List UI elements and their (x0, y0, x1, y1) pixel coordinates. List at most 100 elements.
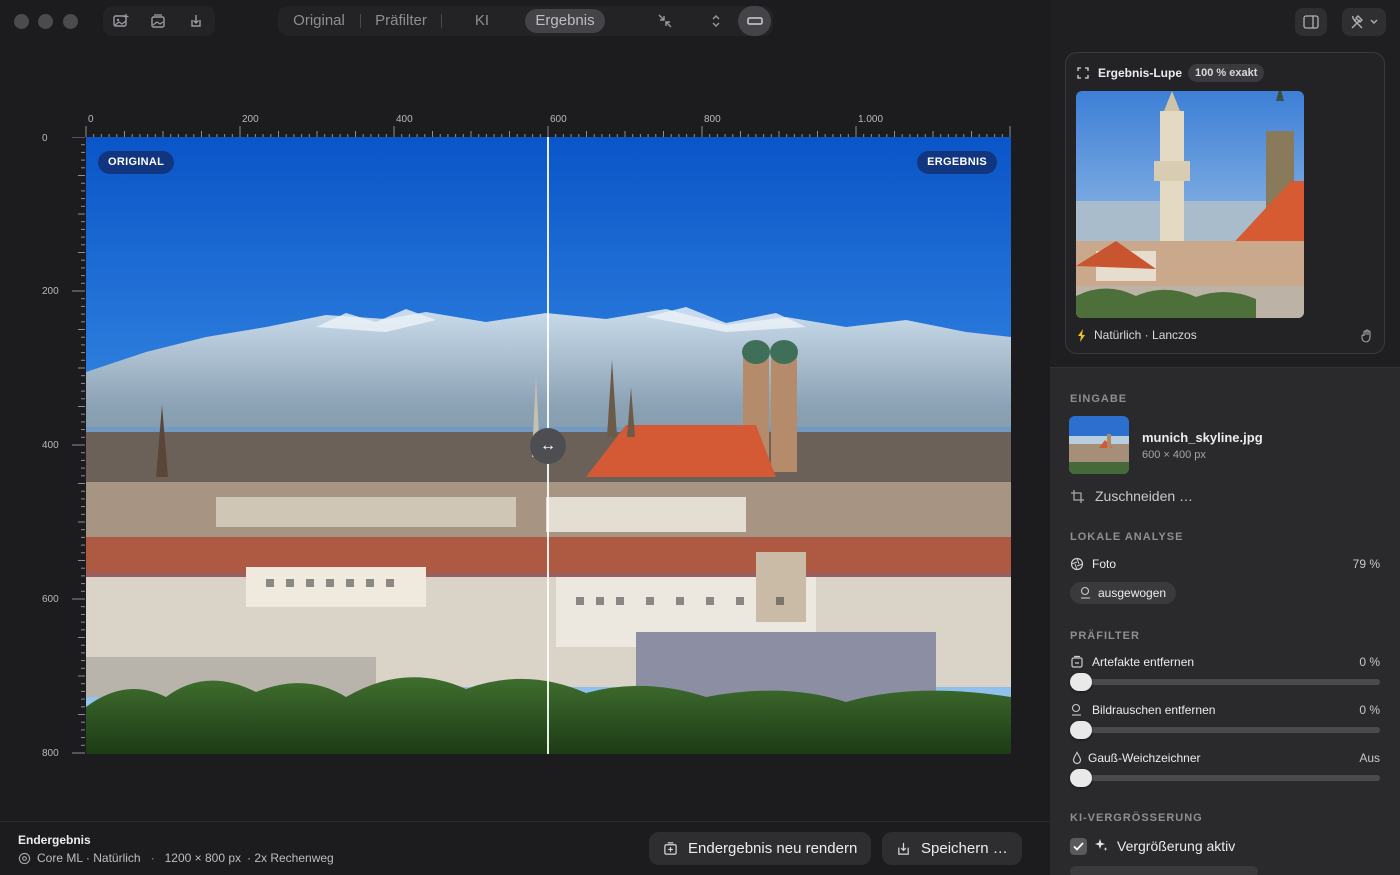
noise-icon (1071, 703, 1081, 716)
noise-removal-value: 0 % (1359, 703, 1380, 717)
ruler-x-label: 800 (704, 114, 721, 125)
tools-menu-button[interactable] (1342, 8, 1386, 36)
arrows-horizontal-icon: ↔ (540, 437, 556, 454)
segment-divider (441, 14, 442, 28)
crop-label: Zuschneiden … (1095, 488, 1194, 504)
status-title: Endergebnis (18, 833, 91, 847)
zoom-stepper-icon[interactable] (701, 6, 731, 36)
gaussian-blur-label: Gauß-Weichzeichner (1088, 751, 1201, 765)
ruler-y-label: 600 (42, 594, 59, 605)
input-thumbnail[interactable] (1069, 416, 1129, 474)
analysis-type-label: Foto (1092, 557, 1117, 571)
tab-ergebnis[interactable]: Ergebnis (525, 9, 605, 33)
tab-prefilter[interactable]: Präfilter (366, 9, 436, 33)
ruler-x-label: 400 (396, 114, 413, 125)
minimize-window-button[interactable] (38, 14, 53, 29)
status-mode: · 2x Rechenweg (247, 851, 334, 865)
input-thumbnail-image (1069, 416, 1129, 474)
ruler-y-label: 400 (42, 440, 59, 451)
upscale-model-selector[interactable] (1070, 866, 1258, 875)
inspector-panel: Ergebnis-Lupe 100 % exakt Natürlich · La… (1050, 0, 1400, 875)
tab-original[interactable]: Original (286, 9, 352, 33)
gaussian-blur-slider-knob[interactable] (1070, 769, 1092, 787)
app-window: Original Präfilter KI Ergebnis 0 200 400… (0, 0, 1400, 875)
rerender-label: Endergebnis neu rendern (688, 840, 858, 857)
aperture-icon (1070, 557, 1084, 571)
result-loupe-card: Ergebnis-Lupe 100 % exakt Natürlich · La… (1065, 52, 1385, 354)
crop-icon (1071, 489, 1084, 503)
ruler-y-label: 0 (42, 133, 48, 144)
upscale-enabled-label: Vergrößerung aktiv (1117, 838, 1236, 854)
fit-to-window-icon[interactable] (650, 6, 680, 36)
ruler-x-label: 600 (550, 114, 567, 125)
result-side-badge: ERGEBNIS (917, 151, 997, 174)
status-info: Core ML · Natürlich · 1200 × 800 px · 2x… (18, 851, 334, 865)
status-bar: Endergebnis Core ML · Natürlich · 1200 ×… (0, 821, 1050, 875)
image-library-icon[interactable] (143, 6, 173, 36)
artifact-removal-slider-knob[interactable] (1070, 673, 1092, 691)
open-image-icon[interactable] (106, 6, 136, 36)
zoom-window-button[interactable] (63, 14, 78, 29)
sparkles-icon (1095, 839, 1108, 851)
checkmark-icon (1073, 842, 1084, 851)
ruler-y-label: 800 (42, 748, 59, 759)
gaussian-blur-value: Aus (1359, 751, 1380, 765)
artifact-removal-label: Artefakte entfernen (1092, 655, 1195, 669)
rerender-button[interactable]: Endergebnis neu rendern (649, 832, 872, 865)
gaussian-blur-slider-track[interactable] (1072, 775, 1380, 781)
crop-button[interactable]: Zuschneiden … (1070, 488, 1193, 504)
main-area: Original Präfilter KI Ergebnis 0 200 400… (0, 0, 1050, 875)
analysis-type-value: 79 % (1352, 557, 1380, 571)
input-dimensions: 600 × 400 px (1142, 449, 1206, 461)
noise-removal-label: Bildrauschen entfernen (1092, 703, 1216, 717)
ruler-x-label: 200 (242, 114, 259, 125)
artifact-removal-slider-track[interactable] (1072, 679, 1380, 685)
prefilter-section-heading: PRÄFILTER (1070, 630, 1140, 642)
split-drag-handle[interactable]: ↔ (530, 428, 566, 464)
tools-icon (1351, 15, 1378, 29)
reset-hand-icon[interactable] (1360, 329, 1374, 343)
loupe-title: Ergebnis-Lupe (1098, 66, 1183, 80)
input-section-heading: EINGABE (1070, 393, 1128, 405)
close-window-button[interactable] (14, 14, 29, 29)
save-icon (898, 842, 909, 855)
sidebar-icon (1303, 15, 1319, 29)
loupe-zoomed-skyline (1076, 91, 1304, 318)
vertical-ruler: 0 200 400 600 800 (38, 133, 86, 759)
tab-ki[interactable]: KI (463, 9, 501, 33)
split-view-toggle-icon[interactable] (738, 6, 771, 36)
original-side-badge: ORIGINAL (98, 151, 175, 174)
save-button[interactable]: Speichern … (882, 832, 1022, 865)
analysis-balance-label: ausgewogen (1098, 586, 1167, 600)
cpu-icon (18, 852, 31, 864)
status-separator: · (150, 851, 155, 865)
analysis-balance-chip[interactable]: ausgewogen (1070, 582, 1177, 604)
status-engine: Core ML · Natürlich (37, 851, 141, 865)
ruler-y-label: 200 (42, 286, 59, 297)
ruler-x-label: 1.000 (858, 114, 884, 125)
artifact-icon (1071, 655, 1083, 668)
lightning-icon (1078, 329, 1085, 342)
input-filename: munich_skyline.jpg (1142, 430, 1263, 445)
file-actions-group (103, 6, 215, 36)
segment-divider (360, 14, 361, 28)
upscale-enabled-checkbox[interactable] (1070, 838, 1087, 855)
export-icon[interactable] (181, 6, 211, 36)
balance-icon (1080, 586, 1090, 599)
status-size: 1200 × 800 px (164, 851, 241, 865)
artifact-removal-value: 0 % (1359, 655, 1380, 669)
render-icon (664, 842, 677, 855)
loupe-method: Natürlich · Lanczos (1094, 328, 1197, 342)
loupe-accuracy-badge: 100 % exakt (1188, 64, 1265, 82)
loupe-preview-image (1076, 91, 1304, 318)
image-comparison-viewport[interactable]: ORIGINAL ERGEBNIS ↔ (86, 137, 1011, 754)
horizontal-ruler: 0 200 400 600 800 1.000 (85, 112, 1011, 138)
droplet-icon (1072, 751, 1082, 765)
toolbar: Original Präfilter KI Ergebnis (0, 0, 1050, 44)
noise-removal-slider-track[interactable] (1072, 727, 1380, 733)
toggle-sidebar-button[interactable] (1295, 8, 1327, 36)
noise-removal-slider-knob[interactable] (1070, 721, 1092, 739)
upscale-section-heading: KI-VERGRÖSSERUNG (1070, 812, 1203, 824)
view-mode-segmented-control: Original Präfilter KI Ergebnis (278, 6, 773, 36)
loupe-section: Ergebnis-Lupe 100 % exakt Natürlich · La… (1050, 0, 1400, 368)
